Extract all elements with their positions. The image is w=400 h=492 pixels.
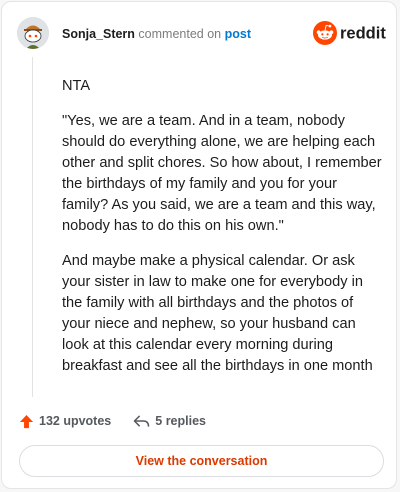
replies-button[interactable]: 5 replies bbox=[133, 414, 206, 429]
post-link[interactable]: post bbox=[225, 27, 251, 41]
comment-card: Sonja_Stern commented on post reddit NTA… bbox=[1, 1, 397, 489]
comment-header: Sonja_Stern commented on post bbox=[62, 27, 251, 41]
view-conversation-button[interactable]: View the conversation bbox=[19, 445, 384, 477]
brand-wordmark: reddit bbox=[340, 25, 386, 43]
thread-line bbox=[32, 57, 33, 397]
comment-body: NTA "Yes, we are a team. And in a team, … bbox=[62, 76, 384, 391]
replies-count: 5 replies bbox=[155, 414, 206, 428]
username-link[interactable]: Sonja_Stern bbox=[62, 27, 135, 41]
reddit-alien-icon bbox=[313, 21, 337, 45]
action-text: commented on bbox=[138, 27, 222, 41]
upvote-button[interactable]: 132 upvotes bbox=[19, 414, 111, 429]
comment-paragraph: "Yes, we are a team. And in a team, nobo… bbox=[62, 113, 382, 234]
comment-actions: 132 upvotes 5 replies bbox=[19, 410, 206, 432]
comment-paragraph: And maybe make a physical calendar. Or a… bbox=[62, 253, 373, 374]
upvote-count: 132 upvotes bbox=[39, 414, 112, 428]
snoo-avatar-icon[interactable] bbox=[17, 17, 49, 49]
reply-arrow-icon bbox=[133, 414, 150, 427]
reddit-logo[interactable]: reddit bbox=[313, 20, 389, 46]
comment-paragraph: NTA bbox=[62, 78, 91, 94]
upvote-arrow-icon bbox=[19, 414, 34, 428]
